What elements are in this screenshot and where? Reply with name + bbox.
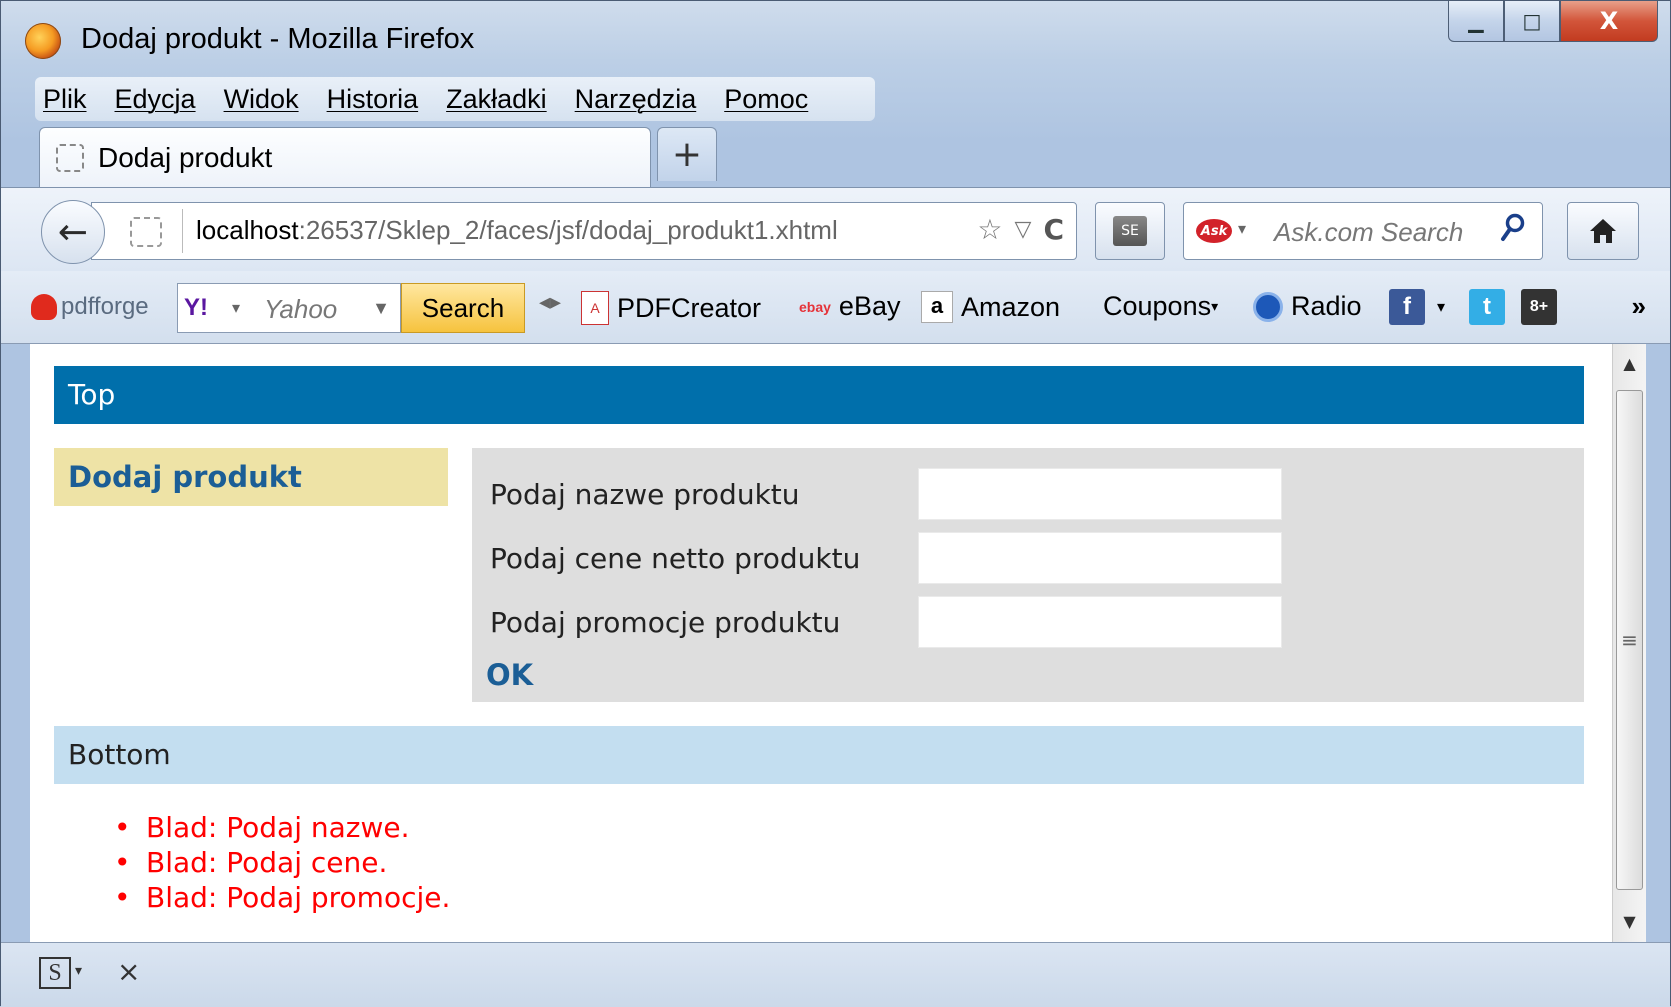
site-identity-icon[interactable] xyxy=(130,217,162,247)
product-price-input[interactable] xyxy=(918,532,1282,584)
addon-bar: S ▾ × xyxy=(1,942,1670,1007)
bottom-band: Bottom xyxy=(54,726,1584,784)
error-message: Blad: Podaj cene. xyxy=(114,845,1584,880)
maximize-button[interactable]: □ xyxy=(1504,1,1560,42)
menu-item-plik[interactable]: Plik xyxy=(43,84,87,115)
vertical-scrollbar[interactable]: ▲ ≡ ▼ xyxy=(1612,344,1646,942)
pdf-icon: A xyxy=(581,291,609,325)
radio-icon xyxy=(1253,291,1283,322)
scroll-down-arrow-icon[interactable]: ▼ xyxy=(1613,902,1646,942)
pdfforge-logo[interactable]: pdfforge xyxy=(31,293,149,321)
error-message: Blad: Podaj promocje. xyxy=(114,880,1584,915)
coupons-dropdown-icon: ▾ xyxy=(1211,298,1219,314)
pdfforge-icon xyxy=(31,294,57,320)
menu-item-narzedzia[interactable]: Narzędzia xyxy=(575,84,697,115)
product-promo-input[interactable] xyxy=(918,596,1282,648)
bookmark-amazon[interactable]: a Amazon xyxy=(921,291,1060,323)
bookmark-ebay[interactable]: ebay eBay xyxy=(799,291,900,322)
navigation-bar: ← localhost:26537/Sklep_2/faces/jsf/doda… xyxy=(1,187,1670,272)
ok-submit-link[interactable]: OK xyxy=(486,658,533,692)
firefox-logo-icon[interactable] xyxy=(25,23,61,59)
search-bar[interactable]: Ask ▾ Ask.com Search xyxy=(1183,202,1543,260)
yahoo-search-button[interactable]: Search xyxy=(401,283,525,333)
window-controls: ▁ □ X xyxy=(1448,1,1658,45)
tab-dodaj-produkt[interactable]: Dodaj produkt xyxy=(39,127,651,187)
back-button[interactable]: ← xyxy=(41,200,105,264)
addon-s-icon[interactable]: S xyxy=(39,957,71,989)
product-price-label: Podaj cene netto produktu xyxy=(490,542,861,575)
bookmark-label: Radio xyxy=(1291,291,1362,321)
error-message: Blad: Podaj nazwe. xyxy=(114,810,1584,845)
bookmark-radio[interactable]: Radio xyxy=(1253,291,1362,322)
yahoo-logo-icon[interactable]: Y! xyxy=(184,294,208,322)
product-name-input[interactable] xyxy=(918,468,1282,520)
bookmarks-toolbar: pdfforge Y! ▾ Yahoo ▼ Search ◂▸ A PDFCre… xyxy=(1,271,1670,344)
tab-label: Dodaj produkt xyxy=(98,142,273,173)
browser-window: Dodaj produkt - Mozilla Firefox ▁ □ X Pl… xyxy=(0,0,1671,1007)
url-path: :26537/Sklep_2/faces/jsf/dodaj_produkt1.… xyxy=(298,215,838,245)
amazon-icon: a xyxy=(921,291,953,323)
scroll-up-arrow-icon[interactable]: ▲ xyxy=(1613,344,1646,384)
product-name-label: Podaj nazwe produktu xyxy=(490,478,800,511)
twitter-icon[interactable]: t xyxy=(1469,289,1505,325)
yahoo-search-input[interactable]: Yahoo xyxy=(264,294,337,325)
home-icon xyxy=(1590,219,1616,243)
title-bar: Dodaj produkt - Mozilla Firefox ▁ □ X xyxy=(1,1,1670,79)
product-promo-label: Podaj promocje produktu xyxy=(490,606,841,639)
address-bar-icons: ☆ ▽ C xyxy=(977,213,1064,246)
address-bar[interactable]: localhost:26537/Sklep_2/faces/jsf/dodaj_… xyxy=(91,202,1077,260)
page-favicon-icon xyxy=(56,144,84,172)
search-input[interactable]: Ask.com Search xyxy=(1274,217,1463,248)
scrollbar-thumb[interactable]: ≡ xyxy=(1616,390,1643,890)
yahoo-search-box[interactable]: Y! ▾ Yahoo ▼ xyxy=(177,283,401,333)
facebook-icon[interactable]: f xyxy=(1389,289,1425,325)
yahoo-history-dropdown-icon[interactable]: ▼ xyxy=(372,298,390,319)
menu-item-edycja[interactable]: Edycja xyxy=(115,84,196,115)
toolbar-overflow-chevron-icon[interactable]: » xyxy=(1632,291,1646,322)
minimize-button[interactable]: ▁ xyxy=(1448,1,1504,42)
yahoo-menu-dropdown-icon[interactable]: ▾ xyxy=(232,298,240,318)
bookmark-pdfcreator[interactable]: A PDFCreator xyxy=(581,291,761,325)
ebay-icon: ebay xyxy=(799,298,831,315)
ask-logo-icon[interactable]: Ask xyxy=(1196,219,1232,243)
left-menu: Dodaj produkt xyxy=(54,448,448,506)
top-band: Top xyxy=(54,366,1584,424)
bookmark-star-icon[interactable]: ☆ xyxy=(977,213,1002,246)
search-icon[interactable] xyxy=(1500,213,1526,250)
home-button[interactable] xyxy=(1567,202,1639,260)
facebook-dropdown-icon[interactable]: ▾ xyxy=(1437,297,1445,317)
addon-button[interactable]: SE xyxy=(1095,202,1165,260)
product-form: Podaj nazwe produktu Podaj cene netto pr… xyxy=(472,448,1584,702)
reload-icon[interactable]: C xyxy=(1043,213,1064,246)
pdfforge-label: pdfforge xyxy=(61,293,149,320)
menu-item-zakladki[interactable]: Zakładki xyxy=(446,84,547,115)
googleplus-icon[interactable]: 8+ xyxy=(1521,289,1557,325)
addon-dropdown-icon[interactable]: ▾ xyxy=(75,963,82,979)
menu-item-widok[interactable]: Widok xyxy=(224,84,299,115)
new-tab-button[interactable]: + xyxy=(657,127,717,181)
error-list: Blad: Podaj nazwe. Blad: Podaj cene. Bla… xyxy=(114,810,1584,915)
history-dropdown-icon[interactable]: ▽ xyxy=(1015,217,1032,246)
toolbar-resize-handle-icon[interactable]: ◂▸ xyxy=(539,289,561,315)
bookmark-label: Coupons xyxy=(1103,291,1212,321)
search-engine-dropdown-icon[interactable]: ▾ xyxy=(1238,219,1246,238)
bookmark-label: eBay xyxy=(838,291,901,321)
address-divider xyxy=(182,209,183,253)
page-content: Top Dodaj produkt Podaj nazwe produktu P… xyxy=(54,366,1584,915)
menu-bar: Plik Edycja Widok Historia Zakładki Narz… xyxy=(35,77,875,121)
bookmark-label: PDFCreator xyxy=(617,292,762,323)
url-host: localhost xyxy=(196,215,299,245)
window-title: Dodaj produkt - Mozilla Firefox xyxy=(81,23,475,55)
addon-bar-close-icon[interactable]: × xyxy=(117,955,140,988)
addon-icon: SE xyxy=(1113,216,1147,246)
close-button[interactable]: X xyxy=(1560,1,1658,42)
url-text[interactable]: localhost:26537/Sklep_2/faces/jsf/dodaj_… xyxy=(196,215,838,246)
menu-item-historia[interactable]: Historia xyxy=(327,84,419,115)
menu-item-pomoc[interactable]: Pomoc xyxy=(724,84,808,115)
dodaj-produkt-link[interactable]: Dodaj produkt xyxy=(68,460,302,494)
bookmark-coupons[interactable]: Coupons ▾ xyxy=(1103,291,1218,322)
middle-section: Dodaj produkt Podaj nazwe produktu Podaj… xyxy=(54,448,1584,702)
bookmark-label: Amazon xyxy=(961,291,1061,322)
page-viewport: Top Dodaj produkt Podaj nazwe produktu P… xyxy=(30,344,1612,942)
